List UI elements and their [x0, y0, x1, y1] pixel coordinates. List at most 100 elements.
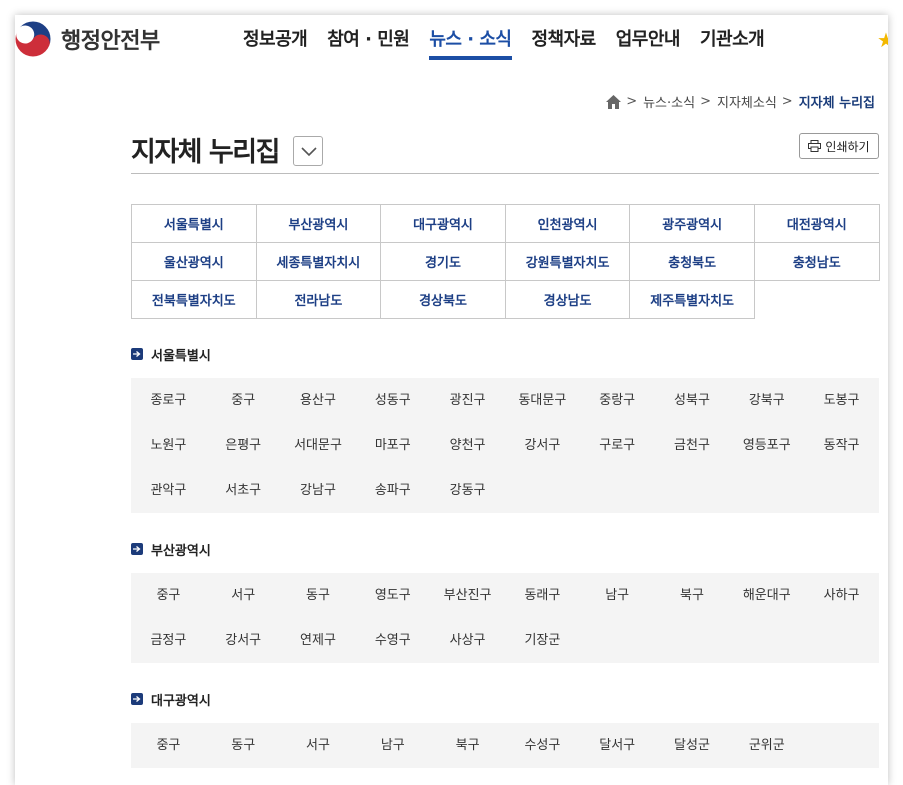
district-link[interactable]: 서초구: [206, 468, 281, 513]
district-link[interactable]: 남구: [355, 723, 430, 768]
district-link[interactable]: 군위군: [729, 723, 804, 768]
district-link[interactable]: 중구: [206, 378, 281, 423]
nav-item-about[interactable]: 기관소개: [700, 25, 765, 60]
region-link[interactable]: 강원특별자치도: [504, 242, 631, 281]
section-title: 대구광역시: [151, 693, 211, 709]
nav-item-info[interactable]: 정보공개: [243, 25, 308, 60]
district-list: 중구 서구 동구 영도구 부산진구 동래구 남구 북구 해운대구 사하구금정구 강서구 연제구 수영구 사…: [131, 573, 879, 663]
district-link[interactable]: 용산구: [281, 378, 356, 423]
district-link[interactable]: 강서구: [206, 618, 281, 663]
district-link[interactable]: 연제구: [281, 618, 356, 663]
logo-text: 행정안전부: [61, 29, 160, 54]
district-link[interactable]: 북구: [430, 723, 505, 768]
district-link[interactable]: 동대문구: [505, 378, 580, 423]
district-link[interactable]: 사상구: [430, 618, 505, 663]
chevron-down-icon: [301, 147, 317, 157]
district-link[interactable]: 영도구: [355, 573, 430, 618]
district-link[interactable]: 수성구: [505, 723, 580, 768]
district-link[interactable]: 서구: [281, 723, 356, 768]
region-link[interactable]: 경상북도: [380, 280, 506, 319]
main-nav: 정보공개 참여 · 민원 뉴스 · 소식 정책자료 업무안내 기관소개: [243, 25, 784, 60]
district-link[interactable]: 성북구: [655, 378, 730, 423]
breadcrumb-separator: >: [626, 94, 638, 109]
arrow-right-icon: [131, 693, 143, 705]
region-link[interactable]: 대전광역시: [753, 204, 880, 243]
district-link[interactable]: 강남구: [281, 468, 356, 513]
district-link[interactable]: 동구: [281, 573, 356, 618]
section-seoul: 서울특별시 종로구 중구 용산구 성동구 광진구 동대문구 중랑구 성북구 강북구 도봉구노원구 은…: [131, 344, 879, 513]
district-link[interactable]: 송파구: [355, 468, 430, 513]
region-link[interactable]: 세종특별자치시: [255, 242, 382, 281]
district-link[interactable]: 부산진구: [430, 573, 505, 618]
region-link[interactable]: 제주특별자치도: [629, 280, 755, 319]
printer-icon: [808, 140, 822, 152]
nav-item-participation[interactable]: 참여 · 민원: [327, 25, 410, 60]
breadcrumb-news[interactable]: 뉴스·소식: [643, 92, 695, 111]
taegeuk-logo-icon: [15, 21, 51, 57]
print-button[interactable]: 인쇄하기: [799, 133, 879, 159]
district-link[interactable]: 중랑구: [580, 378, 655, 423]
district-link[interactable]: 사하구: [804, 573, 879, 618]
district-link[interactable]: 구로구: [580, 423, 655, 468]
district-link[interactable]: 금천구: [655, 423, 730, 468]
region-link[interactable]: 경상남도: [504, 280, 631, 319]
district-link[interactable]: 강동구: [430, 468, 505, 513]
home-icon[interactable]: [606, 94, 622, 109]
nav-item-policy[interactable]: 정책자료: [532, 25, 597, 60]
region-link[interactable]: 부산광역시: [255, 204, 382, 243]
region-link[interactable]: 인천광역시: [504, 204, 631, 243]
region-link[interactable]: 충청북도: [629, 242, 755, 281]
region-grid: 서울특별시 부산광역시 대구광역시 인천광역시 광주광역시 대전광역시 울산광역…: [131, 204, 880, 319]
district-link[interactable]: 기장군: [505, 618, 580, 663]
title-row: 지자체 누리집 인쇄하기: [131, 127, 879, 174]
section-busan: 부산광역시 중구 서구 동구 영도구 부산진구 동래구 남구 북구 해운대구 사하구 금정구 강서구 연…: [131, 539, 879, 663]
site-logo[interactable]: 행정안전부: [15, 21, 160, 57]
page-frame: 행정안전부 정보공개 참여 · 민원 뉴스 · 소식 정책자료 업무안내 기관소…: [15, 15, 888, 785]
region-link[interactable]: 대구광역시: [380, 204, 506, 243]
district-link[interactable]: 동작구: [804, 423, 879, 468]
region-link[interactable]: 전북특별자치도: [131, 280, 257, 319]
section-header: 대구광역시: [131, 689, 879, 709]
region-link[interactable]: 서울특별시: [131, 204, 257, 243]
nav-item-business[interactable]: 업무안내: [616, 25, 681, 60]
district-link[interactable]: 북구: [655, 573, 730, 618]
district-link[interactable]: 양천구: [430, 423, 505, 468]
district-link[interactable]: 중구: [131, 573, 206, 618]
region-link[interactable]: 광주광역시: [629, 204, 755, 243]
district-link[interactable]: 강북구: [729, 378, 804, 423]
district-link[interactable]: 서대문구: [281, 423, 356, 468]
region-link[interactable]: 전라남도: [255, 280, 382, 319]
title-dropdown-button[interactable]: [293, 136, 323, 166]
region-link[interactable]: 충청남도: [753, 242, 880, 281]
region-link[interactable]: 울산광역시: [131, 242, 257, 281]
district-list: 종로구 중구 용산구 성동구 광진구 동대문구 중랑구 성북구 강북구 도봉구노원구 은평구 서대문구…: [131, 378, 879, 513]
district-link[interactable]: 성동구: [355, 378, 430, 423]
section-title: 서울특별시: [151, 348, 211, 364]
district-link[interactable]: 동래구: [505, 573, 580, 618]
district-link[interactable]: 마포구: [355, 423, 430, 468]
district-link[interactable]: 광진구: [430, 378, 505, 423]
section-header: 서울특별시: [131, 344, 879, 364]
nav-item-news[interactable]: 뉴스 · 소식: [429, 25, 512, 60]
district-link[interactable]: 중구: [131, 723, 206, 768]
district-link[interactable]: 노원구: [131, 423, 206, 468]
district-link[interactable]: 은평구: [206, 423, 281, 468]
district-link[interactable]: 수영구: [355, 618, 430, 663]
district-link[interactable]: 동구: [206, 723, 281, 768]
district-link[interactable]: 해운대구: [729, 573, 804, 618]
region-link[interactable]: 경기도: [380, 242, 506, 281]
district-link[interactable]: 달성군: [655, 723, 730, 768]
breadcrumb-separator: >: [700, 94, 711, 109]
district-link[interactable]: 달서구: [580, 723, 655, 768]
breadcrumb-local-news[interactable]: 지자체소식: [717, 92, 777, 111]
arrow-right-icon: [131, 543, 143, 555]
star-icon[interactable]: ★: [877, 28, 888, 52]
district-link[interactable]: 도봉구: [804, 378, 879, 423]
district-link[interactable]: 금정구: [131, 618, 206, 663]
district-link[interactable]: 서구: [206, 573, 281, 618]
district-link[interactable]: 관악구: [131, 468, 206, 513]
district-link[interactable]: 남구: [580, 573, 655, 618]
district-link[interactable]: 강서구: [505, 423, 580, 468]
district-link[interactable]: 영등포구: [729, 423, 804, 468]
district-link[interactable]: 종로구: [131, 378, 206, 423]
